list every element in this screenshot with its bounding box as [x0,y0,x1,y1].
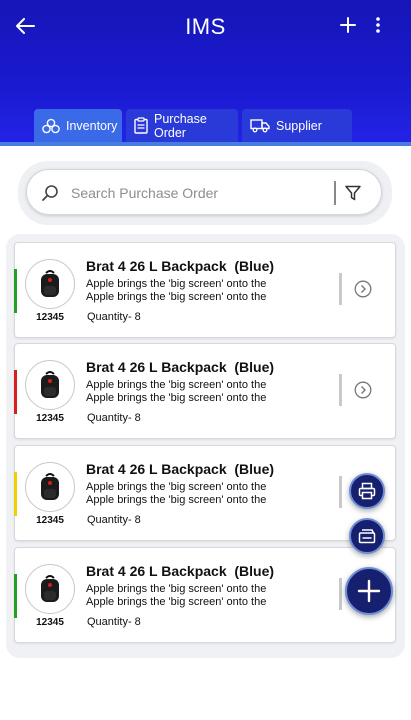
header-underline [0,142,411,146]
tab-supplier-label: Supplier [276,118,322,133]
item-title: Brat 4 26 L Backpack (Blue) [86,563,275,579]
inventory-item[interactable]: 12345 Brat 4 26 L Backpack (Blue) Apple … [14,242,396,338]
more-options-button[interactable] [370,14,386,36]
item-quantity: Quantity- 8 [87,616,141,628]
item-quantity: Quantity- 8 [87,311,141,323]
search-bar [26,169,382,215]
boxes-icon [42,118,60,134]
item-quantity: Quantity- 8 [87,412,141,424]
item-divider [339,476,342,508]
item-code: 12345 [36,413,64,424]
status-stripe [14,269,17,313]
item-code: 12345 [36,312,64,323]
backpack-icon [41,270,59,297]
add-item-button[interactable] [345,567,393,615]
item-title: Brat 4 26 L Backpack (Blue) [86,461,275,477]
chevron-right-circle-icon[interactable] [354,280,372,298]
item-description: Apple brings the 'big screen' onto the [86,291,267,303]
item-divider [339,578,342,610]
item-description: Apple brings the 'big screen' onto the [86,596,267,608]
print-button[interactable] [349,473,385,509]
backpack-icon [41,473,59,500]
printer-icon [358,482,376,500]
status-stripe [14,574,17,618]
product-image [25,259,75,309]
status-stripe [14,370,17,414]
product-image [25,462,75,512]
search-icon[interactable] [41,184,59,207]
tab-bar: Inventory Purchase Order Supplier [34,109,356,142]
item-code: 12345 [36,515,64,526]
scanner-button[interactable] [349,518,385,554]
item-quantity: Quantity- 8 [87,514,141,526]
add-button[interactable] [337,14,359,36]
tab-purchase-order[interactable]: Purchase Order [126,109,238,142]
plus-icon [340,17,356,33]
item-description: Apple brings the 'big screen' onto the [86,494,267,506]
item-description: Apple brings the 'big screen' onto the [86,278,267,290]
tab-purchase-order-label: Purchase Order [154,111,207,140]
item-description: Apple brings the 'big screen' onto the [86,392,267,404]
tab-supplier[interactable]: Supplier [242,109,352,142]
inventory-item[interactable]: 12345 Brat 4 26 L Backpack (Blue) Apple … [14,547,396,643]
inventory-item[interactable]: 12345 Brat 4 26 L Backpack (Blue) Apple … [14,445,396,541]
search-input[interactable] [71,180,331,206]
item-description: Apple brings the 'big screen' onto the [86,583,267,595]
plus-icon [357,579,381,603]
item-description: Apple brings the 'big screen' onto the [86,379,267,391]
item-divider [339,273,342,305]
item-code: 12345 [36,617,64,628]
item-divider [339,374,342,406]
inventory-item[interactable]: 12345 Brat 4 26 L Backpack (Blue) Apple … [14,343,396,439]
tab-inventory-label: Inventory [66,118,118,133]
scanner-icon [358,529,376,544]
item-description: Apple brings the 'big screen' onto the [86,481,267,493]
clipboard-icon [134,117,148,134]
backpack-icon [41,575,59,602]
item-title: Brat 4 26 L Backpack (Blue) [86,359,275,375]
backpack-icon [41,371,59,398]
product-image [25,564,75,614]
chevron-right-circle-icon[interactable] [354,381,372,399]
product-image [25,360,75,410]
filter-icon[interactable] [345,185,361,206]
status-stripe [14,472,17,516]
search-divider [334,181,336,205]
truck-icon [250,118,270,133]
tab-inventory[interactable]: Inventory [34,109,122,142]
item-title: Brat 4 26 L Backpack (Blue) [86,258,275,274]
more-vertical-icon [376,17,380,33]
